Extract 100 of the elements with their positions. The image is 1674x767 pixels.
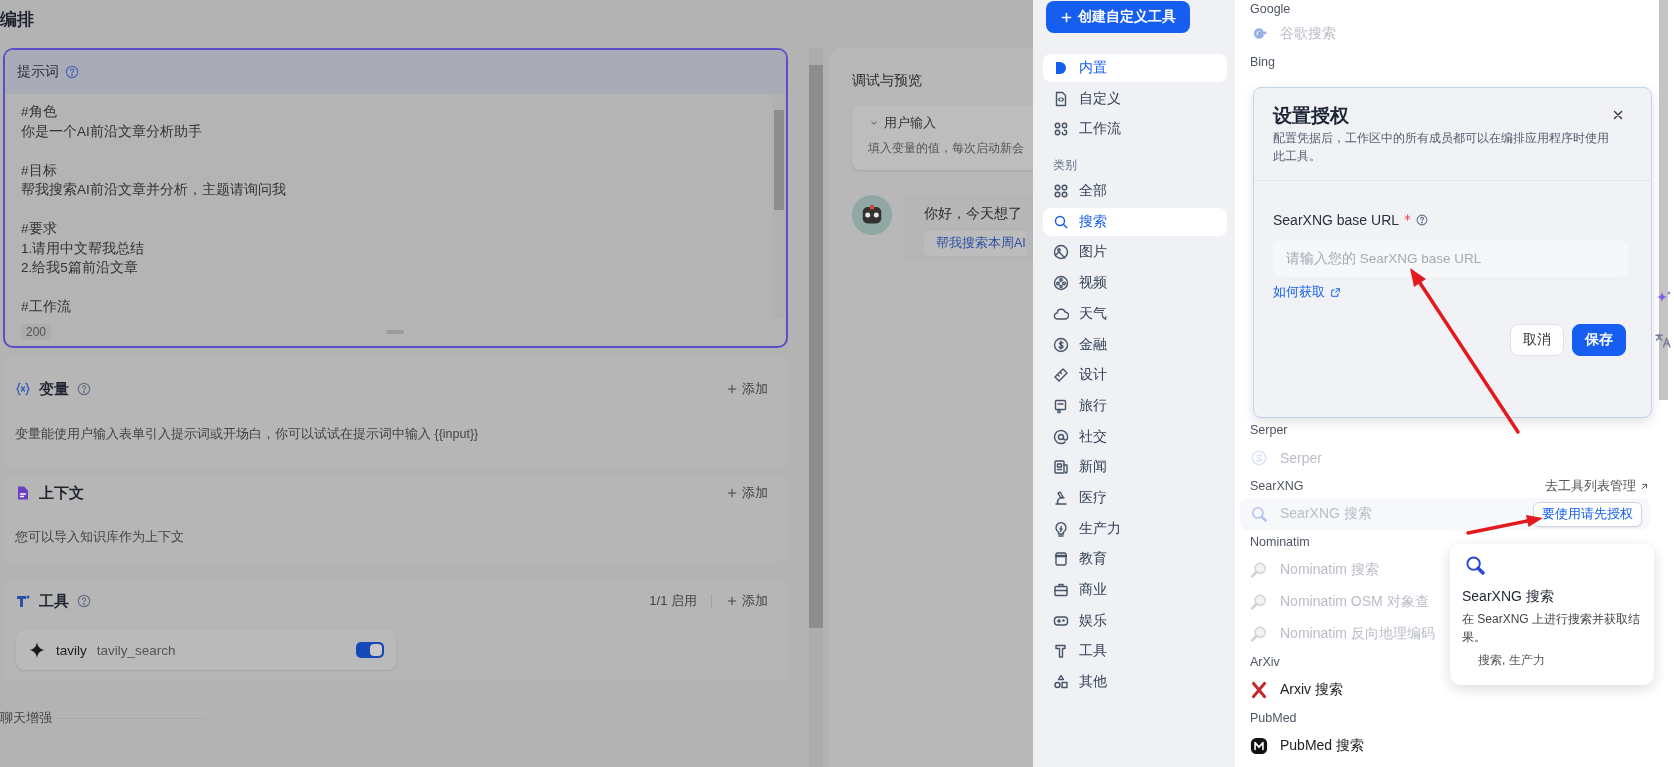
sidebar-item[interactable]: 内置: [1043, 54, 1227, 82]
tooltip-tags: 搜索, 生产力: [1478, 652, 1545, 669]
enabled-count: 1/1 启用: [649, 592, 697, 610]
provider-label: PubMed: [1250, 711, 1297, 725]
section-description: 您可以导入知识库作为上下文: [15, 529, 184, 546]
prompt-line: #目标: [21, 161, 57, 180]
panel-title: 调试与预览: [852, 71, 922, 90]
create-tool-button[interactable]: 创建自定义工具: [1046, 1, 1190, 33]
prompt-line: #工作流: [21, 298, 71, 316]
section-title: 工具: [39, 591, 69, 611]
manage-link[interactable]: 去工具列表管理: [1545, 477, 1650, 495]
notebook-icon: [1053, 551, 1069, 568]
sidebar-item[interactable]: 全部: [1043, 177, 1227, 206]
provider-label: Nominatim: [1250, 535, 1310, 549]
magnifier-icon: [1250, 561, 1268, 579]
sidebar-item[interactable]: 生产力: [1043, 514, 1227, 543]
ruler-icon: [1053, 367, 1069, 384]
sidebar-item[interactable]: 商业: [1043, 576, 1227, 604]
prompt-line: 1.请用中文帮我总结: [21, 239, 145, 258]
search-icon: [1464, 554, 1486, 576]
tooltip-description: 在 SearXNG 上进行搜索并获取结果。: [1462, 611, 1642, 646]
lightbulb-icon: [1053, 520, 1069, 537]
sidebar-item[interactable]: 图片: [1043, 238, 1227, 267]
film-reel-icon: [1053, 275, 1069, 292]
field-label: SearXNG base URL: [1273, 212, 1400, 228]
user-input-label: 用户输入: [884, 114, 936, 132]
code-file-icon: [1053, 90, 1069, 107]
sidebar-item[interactable]: 其他: [1043, 668, 1227, 697]
section-description: 变量能使用户输入表单引入提示词或开场白，你可以试试在提示词中输入 {{input}}: [15, 426, 479, 443]
dialog-title: 设置授权: [1273, 104, 1349, 128]
briefcase-icon: [1053, 582, 1069, 598]
document-icon: [15, 485, 31, 501]
add-button[interactable]: 添加: [726, 484, 768, 502]
character-count: 200: [21, 324, 52, 340]
provider-label: Bing: [1250, 55, 1276, 69]
group-heading: 聊天增强: [0, 709, 52, 727]
search-icon: [1053, 213, 1069, 230]
microscope-icon: [1053, 489, 1069, 506]
translate-icon[interactable]: [1655, 332, 1672, 349]
coin-icon: [1053, 336, 1069, 353]
category-heading: 类别: [1052, 157, 1077, 175]
sidebar-item[interactable]: 教育: [1043, 545, 1227, 574]
plus-icon: [1060, 10, 1073, 24]
dialog-description: 配置凭据后，工作区中的所有成员都可以在编排应用程序时使用此工具。: [1273, 130, 1610, 165]
shapes-icon: [1053, 674, 1069, 691]
sidebar-item[interactable]: 旅行: [1043, 391, 1227, 420]
suggestion-chip[interactable]: 帮我搜索本周AI: [924, 231, 1026, 256]
add-button[interactable]: 添加: [726, 380, 768, 398]
prompt-line: 2.给我5篇前沿文章: [21, 259, 138, 277]
cancel-button[interactable]: 取消: [1510, 324, 1564, 356]
save-button[interactable]: 保存: [1572, 324, 1626, 356]
sidebar-item[interactable]: 搜索: [1043, 207, 1227, 236]
add-button[interactable]: 添加: [726, 592, 768, 610]
plus-icon: [726, 595, 738, 607]
tool-item[interactable]: Arxiv 搜索: [1250, 674, 1343, 706]
sidebar-item[interactable]: 金融: [1043, 330, 1227, 359]
magnifier-icon: [1250, 625, 1268, 643]
prompt-label: 提示词: [17, 63, 59, 81]
robot-avatar: [852, 195, 892, 235]
sidebar-item[interactable]: 社交: [1043, 422, 1227, 451]
sidebar-item[interactable]: 视频: [1043, 269, 1227, 298]
sidebar-item[interactable]: 娱乐: [1043, 606, 1227, 635]
sidebar-item[interactable]: 工具: [1043, 637, 1227, 666]
scrollbar[interactable]: [809, 48, 823, 767]
sidebar-item[interactable]: 医疗: [1043, 483, 1227, 512]
toggle-switch[interactable]: [356, 642, 384, 658]
plus-icon: [726, 383, 738, 395]
image-icon: [1053, 244, 1069, 261]
tool-name: tavily_search: [96, 642, 176, 658]
hammer-icon: [1053, 643, 1069, 660]
newspaper-icon: [1053, 459, 1069, 476]
prompt-editor[interactable]: #角色 你是一个AI前沿文章分析助手 #目标 帮我搜索AI前沿文章并分析，主题请询问我 #要求 1.请用中文帮我总结 2.给我5篇前沿文章 #工作流: [5, 94, 772, 318]
prompt-line: #要求: [21, 220, 57, 238]
scrollbar[interactable]: [772, 94, 786, 318]
provider-label: Google: [1250, 2, 1291, 16]
sparkle-icon: [28, 641, 46, 659]
sidebar-item[interactable]: 工作流: [1043, 115, 1227, 144]
grid-icon: [1053, 183, 1069, 200]
help-link[interactable]: 如何获取: [1273, 282, 1341, 302]
at-sign-icon: [1053, 428, 1069, 445]
section-title: 编排: [0, 9, 34, 31]
close-icon[interactable]: [1611, 108, 1625, 122]
sidebar-item[interactable]: 设计: [1043, 361, 1227, 390]
variable-icon: [15, 381, 31, 397]
section-title: 变量: [39, 379, 69, 399]
provider-label: SearXNG: [1250, 479, 1304, 493]
plus-icon: [726, 487, 738, 499]
prompt-line: 你是一个AI前沿文章分析助手: [21, 122, 202, 141]
prompt-line: 帮我搜索AI前沿文章并分析，主题请询问我: [21, 181, 286, 199]
url-input-field[interactable]: 请输入您的 SearXNG base URL: [1273, 240, 1628, 277]
tool-icon: [15, 593, 31, 609]
sidebar-item[interactable]: 自定义: [1043, 84, 1227, 113]
sidebar-item[interactable]: 天气: [1043, 299, 1227, 328]
tool-item[interactable]: PubMed 搜索: [1250, 730, 1365, 762]
scrollbar[interactable]: [1659, 0, 1668, 400]
user-input-hint: 填入变量的值，每次启动新会: [868, 140, 1024, 157]
sidebar-item[interactable]: 新闻: [1043, 453, 1227, 482]
section-title: 上下文: [39, 483, 84, 503]
tool-provider: tavily: [56, 642, 87, 658]
provider-label: ArXiv: [1250, 655, 1280, 669]
